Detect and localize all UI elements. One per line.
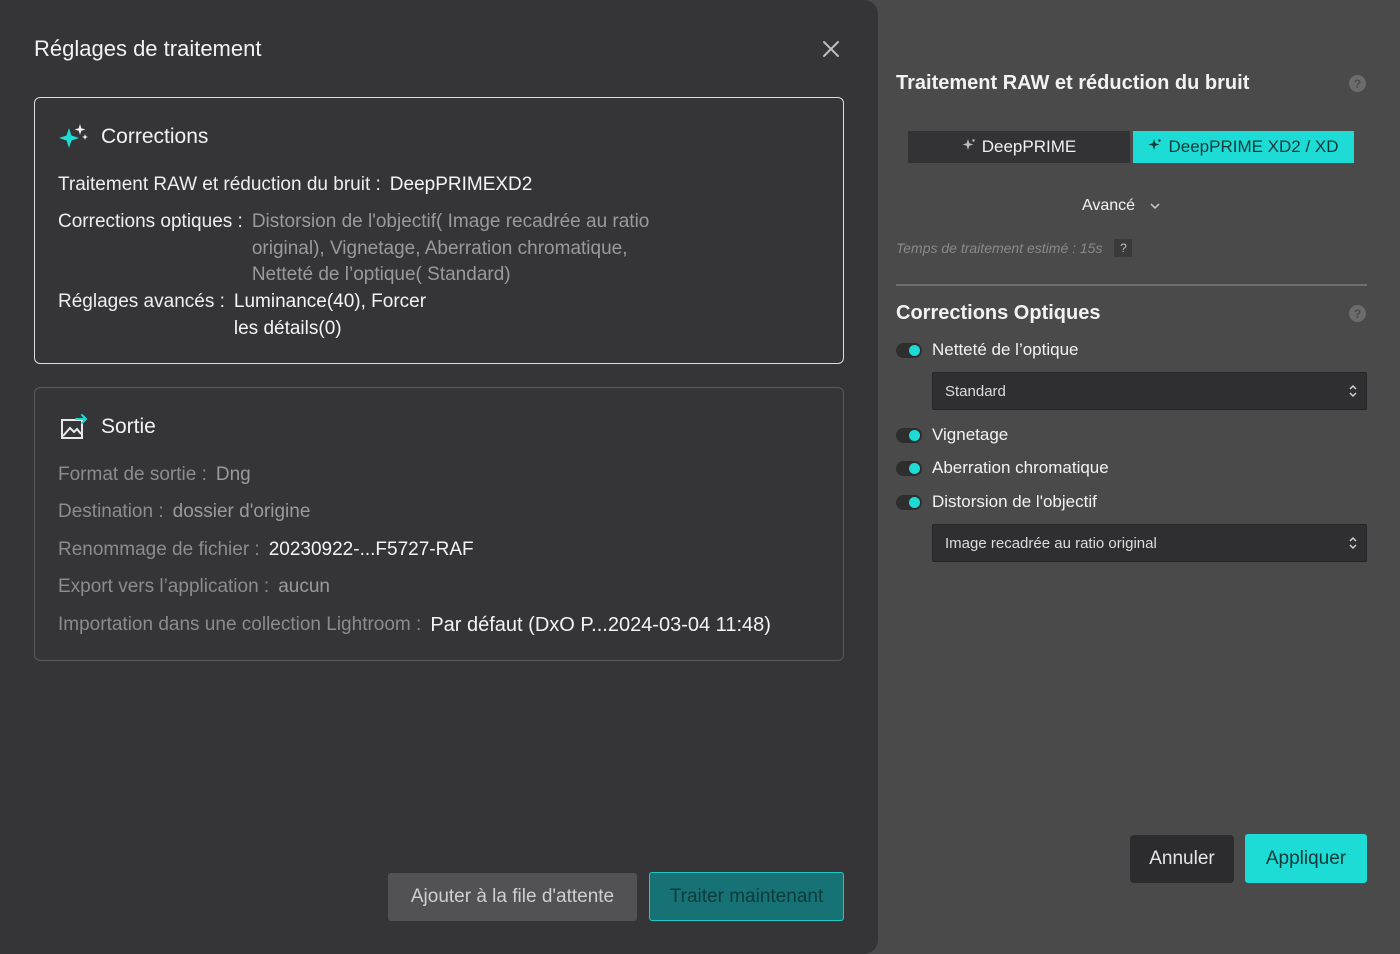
corrections-card: Corrections Traitement RAW et réduction … (34, 97, 844, 364)
sharpness-label: Netteté de l’optique (932, 340, 1079, 359)
deepprime-xd2-button[interactable]: DeepPRIME XD2 / XD (1133, 131, 1354, 163)
image-export-icon (61, 414, 87, 439)
help-icon[interactable]: ? (1349, 305, 1366, 322)
output-label: Renommage de fichier : (58, 539, 260, 560)
optical-corrections-label: Corrections optiques : (58, 211, 243, 232)
deepprime-xd2-label: DeepPRIME XD2 / XD (1168, 137, 1339, 156)
chromatic-label: Aberration chromatique (932, 458, 1109, 477)
output-title: Sortie (101, 415, 156, 438)
optical-line: Distorsion de l'objectif( Image recadrée… (251, 211, 650, 232)
corrections-title: Corrections (101, 125, 209, 148)
optical-corrections-row: Corrections optiques : Distorsion de l'o… (58, 209, 649, 289)
vignetting-toggle-row: Vignetage (896, 425, 1008, 445)
estimate-row: Temps de traitement estimé : 15s ? (896, 239, 1133, 257)
chromatic-toggle-row: Aberration chromatique (896, 458, 1109, 478)
optical-corrections-value: Distorsion de l'objectif( Image recadrée… (252, 209, 650, 289)
vignetting-label: Vignetage (932, 425, 1009, 444)
close-icon[interactable] (818, 36, 844, 62)
sparkle-icon (59, 124, 88, 148)
advanced-dropdown[interactable]: Avancé (1082, 197, 1161, 215)
output-card: Sortie Format de sortie : Dng Destinatio… (34, 387, 844, 661)
chromatic-toggle[interactable] (896, 460, 922, 476)
output-label: Importation dans une collection Lightroo… (58, 614, 422, 635)
vignetting-toggle[interactable] (896, 427, 922, 443)
divider (896, 284, 1367, 286)
advanced-settings-label: Réglages avancés : (58, 291, 225, 312)
process-now-button[interactable]: Traiter maintenant (649, 872, 844, 921)
advanced-settings-value: Luminance(40), Forcer les détails(0) (234, 289, 426, 342)
raw-processing-label: Traitement RAW et réduction du bruit : (58, 174, 381, 195)
deepprime-label: DeepPRIME (981, 137, 1077, 156)
output-value: Par défaut (DxO P...2024-03-04 11:48) (430, 614, 771, 636)
chevron-down-icon (1149, 197, 1161, 215)
distortion-select[interactable]: Image recadrée au ratio original (932, 524, 1367, 562)
output-row: Renommage de fichier : 20230922-...F5727… (58, 537, 474, 564)
raw-processing-title: Traitement RAW et réduction du bruit (896, 72, 1250, 94)
cancel-button[interactable]: Annuler (1130, 835, 1234, 883)
optical-line: Netteté de l’optique( Standard) (251, 264, 511, 285)
optical-line: original), Vignetage, Aberration chromat… (251, 237, 628, 259)
sparkle-icon (962, 137, 976, 157)
distortion-toggle-row: Distorsion de l'objectif (896, 492, 1097, 512)
advanced-label: Avancé (1082, 197, 1136, 214)
distortion-toggle[interactable] (896, 494, 922, 510)
optical-corrections-title: Corrections Optiques (896, 302, 1101, 324)
raw-processing-row: Traitement RAW et réduction du bruit : D… (58, 172, 532, 199)
output-value: 20230922-...F5727-RAF (268, 539, 474, 560)
output-header: Sortie (59, 412, 156, 442)
advanced-line: les détails(0) (233, 317, 342, 339)
output-label: Destination : (58, 501, 164, 522)
sharpness-select-value: Standard (945, 382, 1006, 400)
select-arrows-icon (1349, 384, 1357, 398)
sharpness-toggle[interactable] (896, 342, 922, 358)
help-icon[interactable]: ? (1349, 75, 1366, 92)
output-label: Format de sortie : (58, 464, 207, 485)
distortion-select-value: Image recadrée au ratio original (945, 534, 1157, 552)
help-icon[interactable]: ? (1114, 239, 1133, 257)
distortion-label: Distorsion de l'objectif (932, 492, 1097, 511)
deepprime-button[interactable]: DeepPRIME (908, 131, 1130, 163)
output-row: Format de sortie : Dng (58, 462, 251, 489)
sharpness-select[interactable]: Standard (932, 372, 1367, 410)
output-value: dossier d'origine (172, 501, 311, 522)
output-value: Dng (215, 464, 251, 485)
raw-processing-value: DeepPRIMEXD2 (389, 174, 533, 195)
sharpness-toggle-row: Netteté de l’optique (896, 340, 1079, 360)
dialog-title: Réglages de traitement (34, 36, 262, 61)
output-label: Export vers l’application : (58, 576, 270, 597)
output-row: Export vers l’application : aucun (58, 574, 330, 601)
sparkle-icon (1148, 137, 1162, 157)
select-arrows-icon (1349, 536, 1357, 550)
corrections-header: Corrections (59, 122, 208, 152)
processing-settings-dialog: Réglages de traitement Corrections Trait… (0, 0, 878, 954)
apply-button[interactable]: Appliquer (1245, 834, 1367, 883)
output-row: Destination : dossier d'origine (58, 499, 310, 526)
output-row: Importation dans une collection Lightroo… (58, 612, 771, 639)
output-value: aucun (278, 576, 330, 597)
advanced-settings-row: Réglages avancés : Luminance(40), Forcer… (58, 289, 426, 342)
estimate-text: Temps de traitement estimé : 15s (896, 240, 1103, 256)
advanced-line: Luminance(40), Forcer (233, 291, 427, 312)
add-to-queue-button[interactable]: Ajouter à la file d'attente (388, 873, 637, 921)
